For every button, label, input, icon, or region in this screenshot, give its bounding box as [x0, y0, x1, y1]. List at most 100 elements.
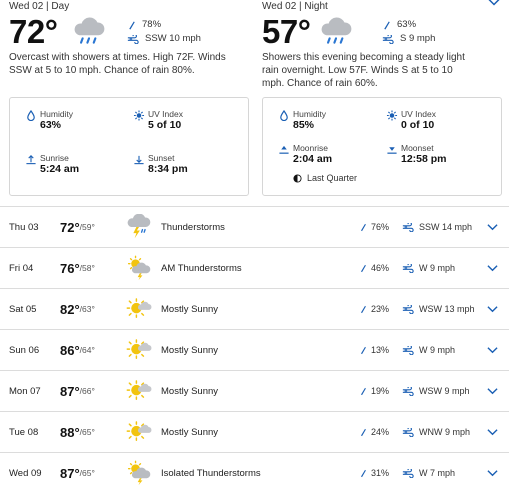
- forecast-condition: Mostly Sunny: [161, 426, 219, 438]
- daily-forecast-row[interactable]: Sun 06 86°/64° Mostly Sunny 13% W 9 mph: [0, 329, 509, 370]
- forecast-wind-cell: W 9 mph: [402, 330, 455, 370]
- night-precip-value: 63%: [397, 19, 417, 30]
- day-wind-value: SSW 10 mph: [145, 33, 201, 44]
- day-sunrise: Sunrise 5:24 am: [22, 153, 79, 176]
- day-wind-row: SSW 10 mph: [127, 32, 201, 46]
- precip-drop-icon: [359, 387, 367, 396]
- chevron-down-icon[interactable]: [487, 387, 498, 395]
- forecast-date-cell: Sun 06: [9, 330, 39, 370]
- forecast-date: Tue 08: [9, 426, 39, 438]
- wind-icon: [402, 469, 414, 478]
- forecast-condition-cell: Isolated Thunderstorms: [161, 453, 261, 493]
- forecast-high-temp: 76°: [60, 260, 80, 276]
- day-precip-value: 78%: [142, 19, 162, 30]
- forecast-wind: SSW 14 mph: [419, 222, 473, 232]
- forecast-low-temp: /59°: [79, 222, 95, 232]
- expand-toggle[interactable]: [487, 289, 498, 329]
- forecast-condition-cell: Mostly Sunny: [161, 289, 218, 329]
- cloud-rain-icon: [71, 15, 107, 47]
- forecast-condition: Thunderstorms: [161, 221, 225, 233]
- forecast-temp-cell: 72°/59°: [60, 207, 95, 247]
- expand-toggle[interactable]: [487, 207, 498, 247]
- day-precip-row: 78%: [127, 18, 201, 32]
- precip-drop-icon: [359, 346, 367, 355]
- humidity-icon: [22, 109, 40, 121]
- forecast-date-cell: Tue 08: [9, 412, 38, 452]
- forecast-wind: W 9 mph: [419, 345, 456, 355]
- precip-drop-icon: [127, 21, 136, 30]
- forecast-precip-cell: 19%: [359, 371, 389, 411]
- night-wind-row: S 9 mph: [382, 32, 435, 46]
- uv-value: 0 of 10: [401, 119, 435, 131]
- moon-phase-label: Last Quarter: [307, 173, 358, 183]
- moonrise-value: 2:04 am: [293, 153, 333, 165]
- daily-forecast-row[interactable]: Mon 07 87°/66° Mostly Sunny 19% WSW 9 mph: [0, 370, 509, 411]
- forecast-temp-cell: 82°/63°: [60, 289, 95, 329]
- forecast-icon-cell: [126, 412, 152, 452]
- daily-forecast-row[interactable]: Tue 08 88°/65° Mostly Sunny 24% WNW 9 mph: [0, 411, 509, 452]
- chevron-down-icon[interactable]: [487, 223, 498, 231]
- expand-toggle[interactable]: [487, 248, 498, 288]
- forecast-condition-cell: Mostly Sunny: [161, 412, 218, 452]
- forecast-condition: AM Thunderstorms: [161, 262, 242, 274]
- chevron-down-icon[interactable]: [487, 428, 498, 436]
- mostly-sunny-icon: [126, 378, 152, 404]
- chevron-down-icon[interactable]: [487, 264, 498, 272]
- sun-thunderstorm-icon: [126, 460, 152, 486]
- mostly-sunny-icon: [126, 337, 152, 363]
- mostly-sunny-icon: [126, 296, 152, 322]
- night-narrative: Showers this evening becoming a steady l…: [262, 52, 465, 89]
- night-uv-index: UV Index 0 of 10: [383, 109, 436, 132]
- daily-forecast-row[interactable]: Wed 09 87°/65° Isolated Thunderstorms 31% W …: [0, 452, 509, 493]
- forecast-condition-cell: Thunderstorms: [161, 207, 225, 247]
- wind-icon: [402, 264, 414, 273]
- moonset-label: Moonset: [401, 143, 434, 153]
- humidity-label: Humidity: [40, 109, 74, 119]
- day-temperature: 72°: [9, 13, 58, 50]
- day-conditions-summary: 78% SSW 10 mph: [127, 18, 201, 46]
- wind-icon: [402, 387, 414, 396]
- uv-index-icon: [383, 109, 401, 121]
- humidity-icon: [275, 109, 293, 121]
- expand-toggle[interactable]: [487, 371, 498, 411]
- day-panel: Wed 02 | Day 72° 78% SSW 10 mph Overcast…: [9, 0, 249, 78]
- chevron-down-icon[interactable]: [487, 346, 498, 354]
- daily-forecast-row[interactable]: Thu 03 72°/59° Thunderstorms 76% SSW 14 mph: [0, 206, 509, 247]
- expand-toggle[interactable]: [487, 330, 498, 370]
- forecast-icon-cell: [126, 330, 152, 370]
- daily-forecast-row[interactable]: Fri 04 76°/58° AM Thunderstorms 46% W 9 mph: [0, 247, 509, 288]
- forecast-wind-cell: SSW 14 mph: [402, 207, 472, 247]
- chevron-down-icon[interactable]: [488, 0, 500, 6]
- wind-icon: [382, 35, 394, 44]
- forecast-precip: 19%: [371, 386, 390, 396]
- uv-value: 5 of 10: [148, 119, 182, 131]
- forecast-icon-cell: [126, 371, 152, 411]
- forecast-date: Fri 04: [9, 262, 34, 274]
- forecast-wind-cell: W 9 mph: [402, 248, 455, 288]
- forecast-precip: 13%: [371, 345, 390, 355]
- forecast-low-temp: /64°: [79, 345, 95, 355]
- forecast-low-temp: /65°: [79, 427, 95, 437]
- forecast-high-temp: 87°: [60, 465, 80, 481]
- uv-label: UV Index: [401, 109, 436, 119]
- expand-toggle[interactable]: [487, 453, 498, 493]
- day-uv-index: UV Index 5 of 10: [130, 109, 183, 132]
- day-details-card: Humidity 63% UV Index 5 of 10 Sunrise 5:…: [9, 97, 249, 196]
- chevron-down-icon[interactable]: [487, 469, 498, 477]
- humidity-value: 85%: [293, 119, 315, 131]
- forecast-date: Thu 03: [9, 221, 39, 233]
- sunrise-value: 5:24 am: [40, 163, 80, 175]
- forecast-high-temp: 87°: [60, 383, 80, 399]
- daily-forecast-row[interactable]: Sat 05 82°/63° Mostly Sunny 23% WSW 13 mph: [0, 288, 509, 329]
- night-details-card: Humidity 85% UV Index 0 of 10 Moonrise 2…: [262, 97, 502, 196]
- expand-toggle[interactable]: [487, 412, 498, 452]
- forecast-date-cell: Wed 09: [9, 453, 42, 493]
- sunrise-icon: [22, 153, 40, 165]
- wind-icon: [402, 346, 414, 355]
- chevron-down-icon[interactable]: [487, 305, 498, 313]
- night-humidity: Humidity 85%: [275, 109, 326, 132]
- forecast-condition: Mostly Sunny: [161, 385, 219, 397]
- forecast-wind: WNW 9 mph: [419, 427, 471, 437]
- forecast-icon-cell: [126, 453, 152, 493]
- forecast-wind: WSW 13 mph: [419, 304, 475, 314]
